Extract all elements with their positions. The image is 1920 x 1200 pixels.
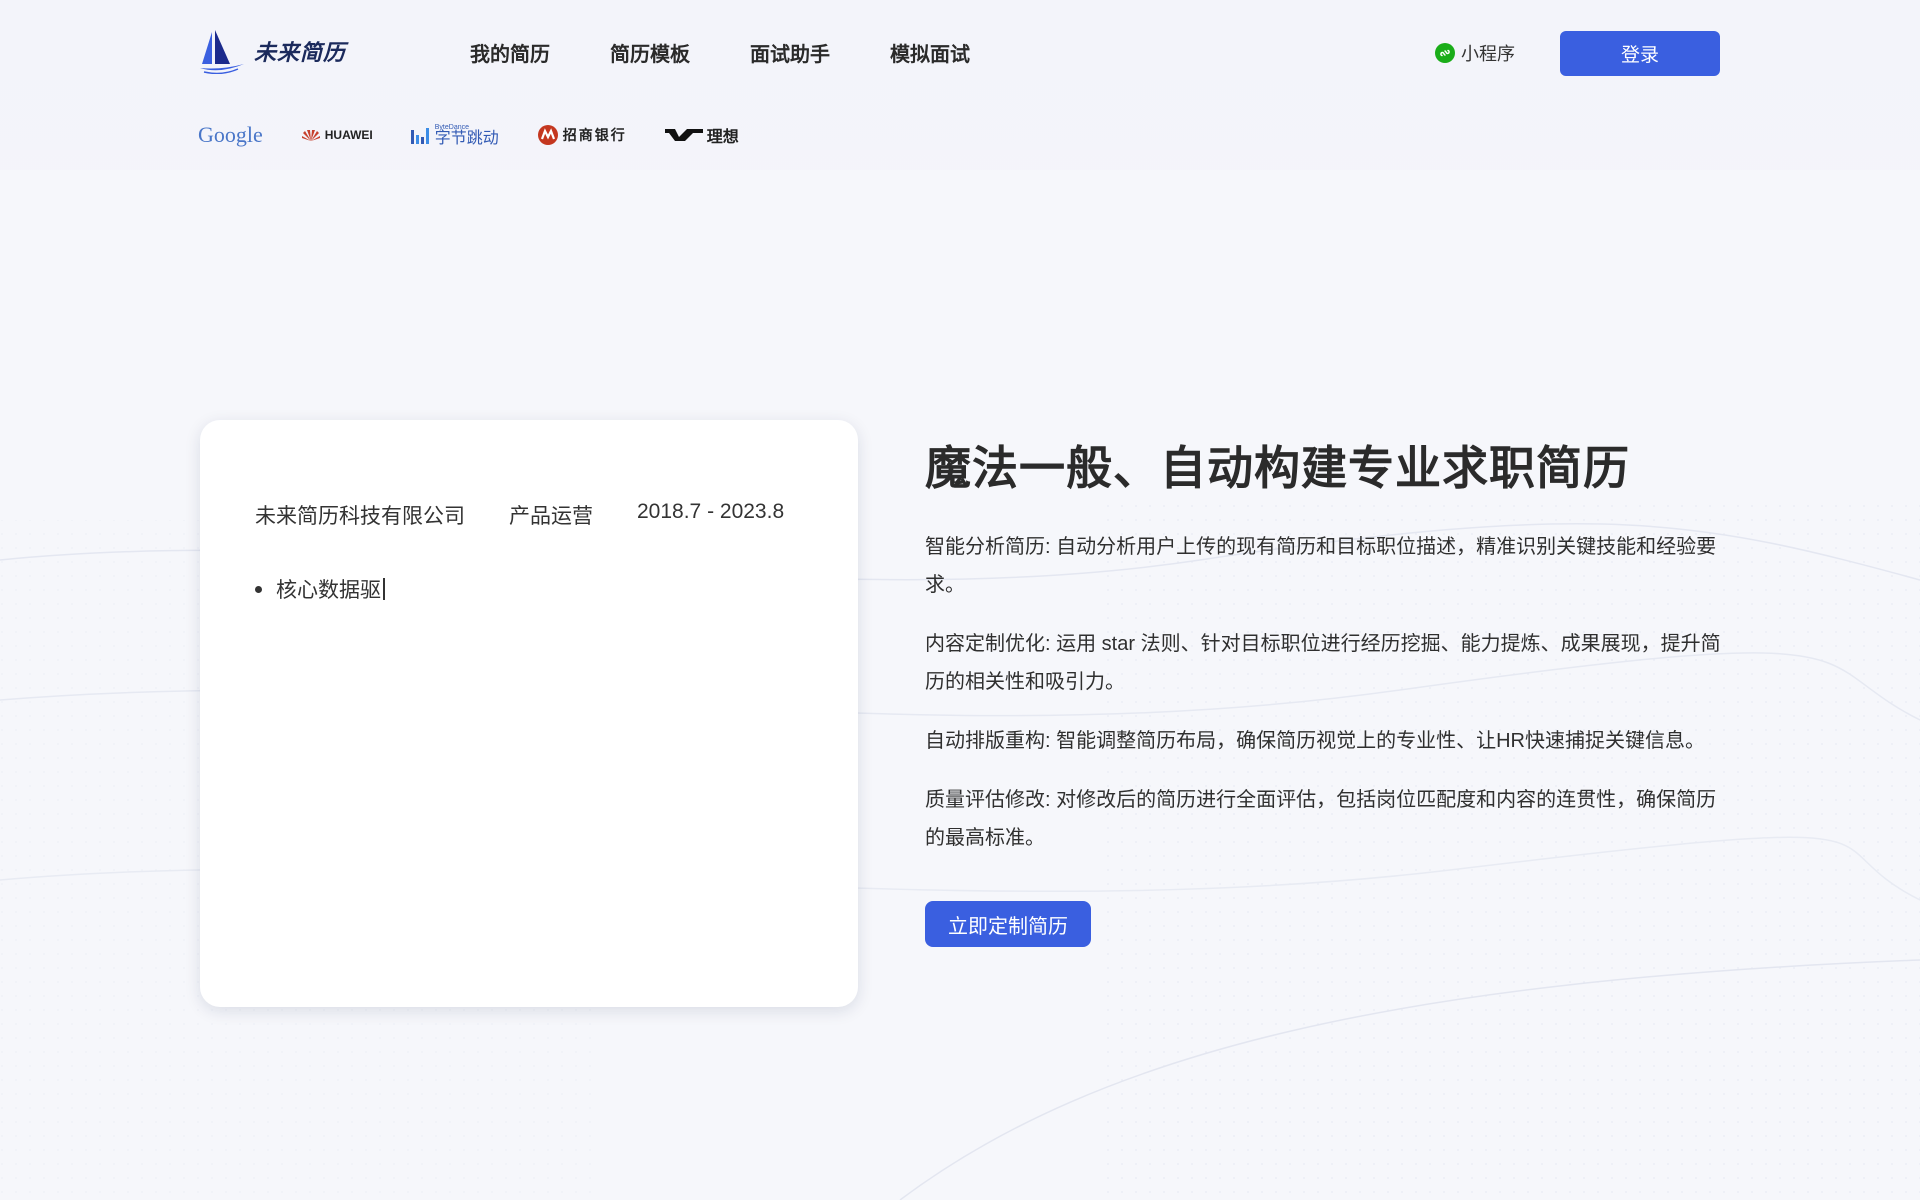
page: 未来简历 我的简历 简历模板 面试助手 模拟面试 小程序 登录 Google H… <box>0 0 1920 1200</box>
feature-smart-analysis: 智能分析简历: 自动分析用户上传的现有简历和目标职位描述，精准识别关键技能和经验… <box>925 536 1717 596</box>
lixiang-mark-icon <box>664 129 703 141</box>
brand-logo[interactable]: 未来简历 <box>198 28 346 74</box>
job-period: 2018.7 - 2023.8 <box>637 500 785 523</box>
company-name: 未来简历科技有限公司 <box>255 505 465 528</box>
huawei-logo-text: HUAWEI <box>324 128 373 142</box>
hero-headline: 魔法一般、自动构建专业求职简历 <box>925 442 1630 494</box>
job-role: 产品运营 <box>509 505 593 528</box>
partner-logos: Google HUAWEI ByteDance 字节跳动 招商银行 理想 <box>198 118 739 152</box>
nav-resume-templates[interactable]: 简历模板 <box>610 38 690 67</box>
feature-auto-layout: 自动排版重构: 智能调整简历布局，确保简历视觉上的专业性、让HR快速捕捉关键信息… <box>925 730 1705 752</box>
cmb-logo-text: 招商银行 <box>562 127 627 143</box>
top-navbar: 未来简历 我的简历 简历模板 面试助手 模拟面试 小程序 登录 <box>0 0 1920 108</box>
sailboat-icon <box>200 30 244 74</box>
experience-bullet: 核心数据驱 <box>255 574 385 604</box>
bytedance-bars-icon <box>410 128 429 144</box>
google-logo: Google <box>198 122 263 148</box>
bullet-dot <box>255 585 262 593</box>
bytedance-logo-text: 字节跳动 <box>434 129 499 147</box>
mini-program-icon <box>1435 43 1455 63</box>
lixiang-logo-text: 理想 <box>706 129 739 146</box>
huawei-logo: HUAWEI <box>301 128 373 142</box>
cmb-emblem-icon <box>537 125 558 145</box>
resume-preview-card: 未来简历科技有限公司 产品运营 2018.7 - 2023.8 核心数据驱 <box>200 420 858 1007</box>
mini-program-label: 小程序 <box>1461 44 1515 64</box>
feature-content-optimization: 内容定制优化: 运用 star 法则、针对目标职位进行经历挖掘、能力提炼、成果展… <box>925 633 1721 693</box>
hero-content: 魔法一般、自动构建专业求职简历 智能分析简历: 自动分析用户上传的现有简历和目标… <box>925 432 1725 947</box>
google-logo-text: Google <box>198 122 263 147</box>
nav-my-resume[interactable]: 我的简历 <box>470 38 550 67</box>
huawei-flower-icon <box>301 130 320 141</box>
feature-list: 智能分析简历: 自动分析用户上传的现有简历和目标职位描述，精准识别关键技能和经验… <box>925 528 1725 857</box>
lixiang-logo: 理想 <box>664 123 739 147</box>
logo-text: 未来简历 <box>254 40 347 65</box>
main-nav: 我的简历 简历模板 面试助手 模拟面试 <box>470 38 970 67</box>
mini-program-link[interactable]: 小程序 <box>1435 40 1515 66</box>
bytedance-wordmark: ByteDance 字节跳动 <box>435 124 499 147</box>
customize-resume-button[interactable]: 立即定制简历 <box>925 901 1091 947</box>
bytedance-logo: ByteDance 字节跳动 <box>410 124 499 147</box>
feature-quality-review: 质量评估修改: 对修改后的简历进行全面评估，包括岗位匹配度和内容的连贯性，确保简… <box>925 789 1717 849</box>
experience-header: 未来简历科技有限公司 产品运营 2018.7 - 2023.8 <box>255 500 784 530</box>
bullet-text: 核心数据驱 <box>276 579 381 602</box>
nav-mock-interview[interactable]: 模拟面试 <box>890 38 970 67</box>
login-button[interactable]: 登录 <box>1560 31 1720 76</box>
nav-interview-assistant[interactable]: 面试助手 <box>750 38 830 67</box>
cmb-logo: 招商银行 <box>537 124 627 146</box>
typing-caret <box>383 578 385 600</box>
